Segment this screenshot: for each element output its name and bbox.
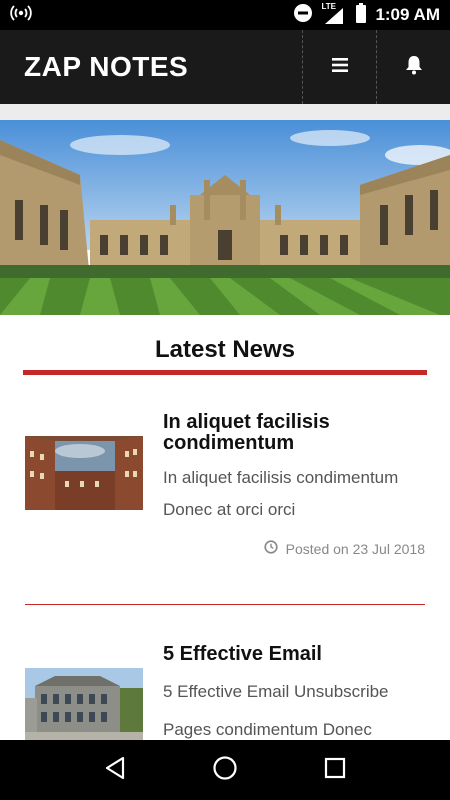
hotspot-icon [10, 4, 32, 27]
bell-icon [405, 55, 423, 80]
news-thumbnail[interactable] [25, 436, 143, 510]
news-excerpt-line: 5 Effective Email Unsubscribe [163, 682, 389, 701]
status-left [10, 4, 32, 27]
section-underline [23, 370, 427, 375]
back-icon [104, 756, 126, 785]
system-nav-bar [0, 740, 450, 800]
notifications-button[interactable] [376, 30, 450, 104]
hero-image [0, 120, 450, 315]
back-button[interactable] [90, 745, 140, 795]
signal-icon: LTE [321, 2, 347, 26]
recents-button[interactable] [310, 745, 360, 795]
battery-icon [355, 2, 367, 28]
news-excerpt-line: In aliquet facilisis condimentum [163, 468, 399, 487]
news-date: Posted on 23 Jul 2018 [264, 540, 425, 557]
app-title: ZAP NOTES [24, 51, 189, 82]
news-thumbnail[interactable] [25, 668, 143, 740]
status-right: LTE 1:09 AM [293, 2, 440, 28]
home-icon [212, 755, 238, 786]
status-time: 1:09 AM [375, 5, 440, 24]
clock-icon [264, 540, 278, 557]
hamburger-menu-icon [331, 57, 348, 77]
news-date-text: Posted on 23 Jul 2018 [285, 540, 425, 557]
news-title[interactable]: In aliquet facilisis condimentum [163, 412, 433, 454]
news-divider [25, 604, 425, 605]
home-button[interactable] [200, 745, 250, 795]
content-area[interactable]: Latest News In aliquet facilisis condime… [0, 104, 450, 740]
status-bar: LTE 1:09 AM [0, 0, 450, 30]
do-not-disturb-icon [293, 3, 313, 28]
news-excerpt-line: Donec at orci orci [163, 500, 296, 519]
news-excerpt-line: Pages condimentum Donec [163, 720, 372, 739]
news-card: Latest News In aliquet facilisis condime… [0, 120, 450, 740]
network-label: LTE [321, 2, 336, 11]
section-title: Latest News [154, 336, 296, 363]
news-title[interactable]: 5 Effective Email [163, 644, 433, 665]
app-bar: ZAP NOTES [0, 30, 450, 104]
menu-button[interactable] [302, 30, 376, 104]
recents-icon [324, 757, 346, 784]
